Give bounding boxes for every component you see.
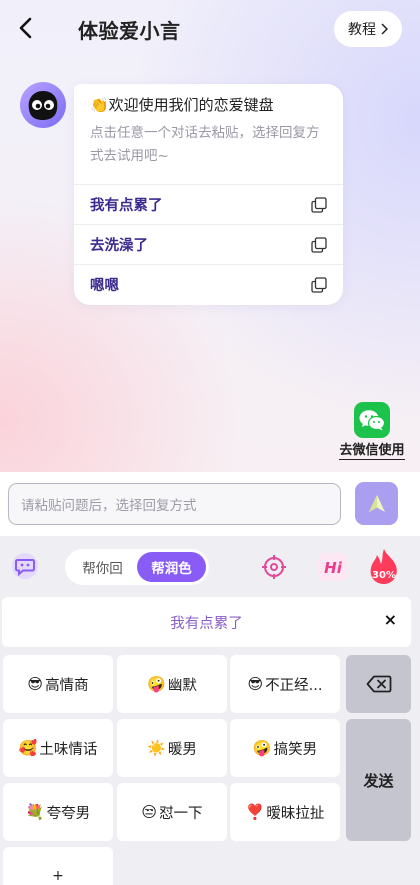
style-key-humor[interactable]: 🤪 幽默 <box>117 655 227 713</box>
black-blob-mascot-icon <box>28 91 58 120</box>
sample-reply-2[interactable]: 去洗澡了 <box>74 224 343 264</box>
submit-button[interactable] <box>355 482 398 525</box>
style-emoji: 😎 <box>27 675 44 693</box>
copy-icon <box>311 196 327 213</box>
style-emoji: 🤪 <box>147 675 166 693</box>
style-key-cheesy-love[interactable]: 🥰 土味情话 <box>3 719 113 777</box>
plus-icon: + <box>52 868 64 884</box>
input-bar: 请粘贴问题后，选择回复方式 <box>0 472 420 536</box>
style-emoji: ❣️ <box>245 803 265 821</box>
sample-reply-3[interactable]: 嗯嗯 <box>74 264 343 304</box>
target-button[interactable] <box>258 551 290 583</box>
love-keyboard: 帮你回 帮润色 Hi 30% 我有点累了 × 😎 高情商 🤪 幽默 😎 不正经... <box>0 536 420 885</box>
question-input[interactable]: 请粘贴问题后，选择回复方式 <box>8 483 341 525</box>
tutorial-button[interactable]: 教程 <box>334 11 402 47</box>
style-key-high-eq[interactable]: 😎 高情商 <box>3 655 113 713</box>
style-emoji: 🤪 <box>252 739 272 757</box>
style-key-retort[interactable]: 😒 怼一下 <box>117 783 227 841</box>
use-in-wechat-button[interactable]: 去微信使用 <box>337 402 407 460</box>
chat-bubble-icon[interactable] <box>11 552 39 580</box>
wechat-icon <box>354 402 390 438</box>
welcome-title: 👏欢迎使用我们的恋爱键盘 <box>90 96 274 114</box>
welcome-message-bubble: 👏欢迎使用我们的恋爱键盘 点击任意一个对话去粘贴，选择回复方式去试用吧~ 我有点… <box>74 84 343 305</box>
tutorial-label: 教程 <box>348 22 376 38</box>
send-button[interactable]: 发送 <box>346 719 411 841</box>
style-label: 幽默 <box>167 677 197 694</box>
welcome-description: 点击任意一个对话去粘贴，选择回复方式去试用吧~ <box>90 125 320 164</box>
style-emoji: 😒 <box>141 803 158 821</box>
delete-button[interactable] <box>346 655 411 713</box>
style-key-praise-guy[interactable]: 💐 夸夸男 <box>3 783 113 841</box>
flame-icon: 30% <box>370 549 397 584</box>
use-in-wechat-label: 去微信使用 <box>339 443 405 460</box>
hi-icon: Hi <box>318 553 348 581</box>
style-emoji: 💐 <box>25 803 45 821</box>
mode-polish[interactable]: 帮润色 <box>137 552 206 582</box>
selected-message: 我有点累了 <box>170 615 243 632</box>
selected-message-bar: 我有点累了 × <box>2 597 411 647</box>
copy-icon <box>311 236 327 253</box>
sample-reply-label: 嗯嗯 <box>90 278 119 294</box>
flame-progress-button[interactable]: 30% <box>367 547 401 587</box>
style-emoji: ☀️ <box>147 739 166 757</box>
style-label: 暧昧拉扯 <box>266 805 325 822</box>
style-emoji: 🥰 <box>18 739 38 757</box>
avatar <box>20 82 66 128</box>
input-placeholder: 请粘贴问题后，选择回复方式 <box>21 498 197 514</box>
page-title: 体验爱小言 <box>78 19 181 43</box>
hi-button[interactable]: Hi <box>317 551 349 583</box>
style-key-warm-guy[interactable]: ☀️ 暖男 <box>117 719 227 777</box>
target-icon <box>262 555 286 579</box>
copy-icon <box>311 276 327 293</box>
style-key-funny-guy[interactable]: 🤪 搞笑男 <box>230 719 340 777</box>
style-label: 不正经... <box>265 677 323 694</box>
style-label: 夸夸男 <box>46 805 91 822</box>
back-button[interactable] <box>10 12 42 44</box>
style-label: 土味情话 <box>39 741 98 758</box>
send-label: 发送 <box>363 771 394 790</box>
sample-reply-label: 我有点累了 <box>90 198 163 214</box>
style-label: 高情商 <box>45 677 89 694</box>
reply-mode-toggle: 帮你回 帮润色 <box>65 549 209 585</box>
add-style-button[interactable]: + <box>3 847 113 885</box>
chevron-right-icon <box>381 23 388 35</box>
style-label: 怼一下 <box>159 805 203 822</box>
svg-text:Hi: Hi <box>324 559 343 577</box>
backspace-icon <box>366 675 391 693</box>
style-key-unserious[interactable]: 😎 不正经... <box>230 655 340 713</box>
sample-reply-1[interactable]: 我有点累了 <box>74 184 343 224</box>
style-label: 搞笑男 <box>273 741 318 758</box>
sample-reply-label: 去洗澡了 <box>90 238 148 254</box>
paper-plane-icon <box>368 494 385 512</box>
close-icon[interactable]: × <box>384 610 397 629</box>
chevron-left-icon <box>19 17 32 39</box>
style-key-flirty[interactable]: ❣️ 暧昧拉扯 <box>230 783 340 841</box>
style-label: 暖男 <box>167 741 197 758</box>
style-emoji: 😎 <box>247 675 264 693</box>
mode-help-reply[interactable]: 帮你回 <box>68 552 137 582</box>
chat-area: 体验爱小言 教程 👏欢迎使用我们的恋爱键盘 点击任意一个对话去粘贴，选择回复方式… <box>0 0 420 472</box>
svg-text:30%: 30% <box>372 570 396 581</box>
